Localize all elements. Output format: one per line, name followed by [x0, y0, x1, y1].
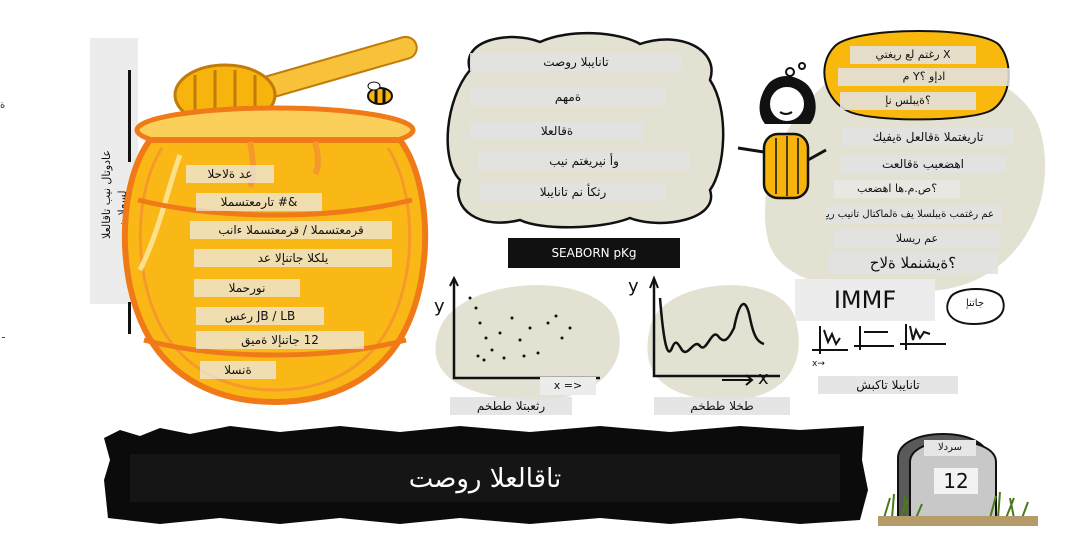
scatter-y-label: y [434, 296, 445, 317]
edge-mark-top: ة [0, 100, 6, 111]
line-caption: طخلا ططخم [654, 397, 790, 415]
bubble-label-3: ؟ةيبلس نإ [840, 92, 976, 110]
pot-label-8: ةنسلا [200, 361, 276, 379]
cloud-label-2: ةمهم [470, 88, 666, 106]
right-label-3: ؟ص.م.ها اهضعب [834, 180, 960, 198]
seaborn-package-label: SEABORN pKg [508, 238, 680, 268]
scatter-x-arrow: x => [540, 377, 596, 395]
right-label-1: تاريغتملا ةقالعل ةيفيك [842, 128, 1014, 146]
pot-label-2: &# تارمعتسملا [196, 193, 322, 211]
small-bubble-label: جاتنإ [965, 298, 985, 309]
cloud-label-4: وأ نيريغتم نيب [478, 152, 690, 170]
cloud-label-5: رثكأ نم تانايبلا [480, 183, 666, 201]
pot-label-6: JB / LB رعس [196, 307, 324, 325]
right-label-2: اهضعبب ةقالعت [840, 155, 1006, 173]
facets-caption: تانايبلا تاكبش [818, 376, 958, 394]
tombstone-label: سردلا [924, 440, 976, 456]
line-x-label: x [758, 368, 769, 389]
cloud-label-1: تانايبلا روصت [470, 53, 682, 71]
right-label-6: ؟ةيشنملا ةلاح [828, 252, 998, 274]
line-plot [647, 275, 799, 401]
line-y-label: y [628, 276, 639, 297]
pot-label-1: عد ةلاحلا [186, 165, 274, 183]
svg-text:x→: x→ [812, 359, 825, 369]
facet-grid-icons: x→ [812, 324, 946, 369]
immf-label: IMMF [795, 279, 935, 321]
scatter-plot [435, 275, 620, 401]
pot-label-5: نورحملا [194, 279, 300, 297]
bubble-label-1: X رغتم لع ريغتي [850, 46, 976, 64]
banner-title: تاقالعلا روصت [408, 464, 562, 494]
pot-label-3: قرمعتسملا / قرمعتسملا ءانب [190, 221, 392, 239]
scatter-caption: رثعبتلا ططخم [450, 397, 572, 415]
pot-label-7: 12 جاتنإلا ةميق [196, 331, 364, 349]
bee-icon [367, 81, 393, 105]
tombstone-number: 12 [934, 468, 978, 494]
cloud-label-3: ةقالعلا [470, 122, 644, 140]
right-label-5: عم ريسلا [834, 230, 1000, 248]
bubble-label-2: ادإو ؟Y م [838, 68, 1010, 86]
edge-mark-bottom: ـ [2, 330, 5, 341]
right-label-4: عم رغتمب ةيبلسلا يف ةلماكتال تانيب ريغ [826, 206, 1002, 224]
pot-label-4: يلكلا جاتنإلا عد [194, 249, 392, 267]
